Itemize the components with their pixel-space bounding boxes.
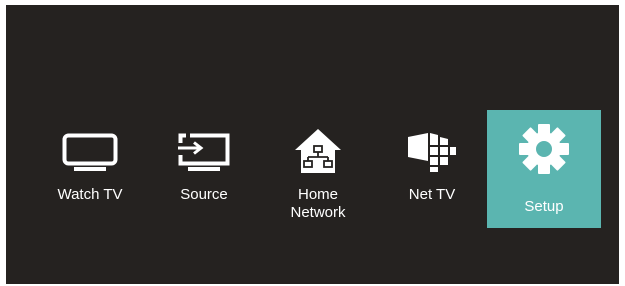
menu-item-source[interactable]: Source: [147, 110, 261, 228]
net-tv-icon: [408, 133, 456, 172]
menu-item-label: Home Network: [290, 186, 346, 221]
menu-item-setup[interactable]: Setup: [487, 110, 601, 228]
menu-item-watch-tv[interactable]: Watch TV: [33, 110, 147, 228]
home-network-icon: [295, 129, 341, 173]
gear-icon: [519, 124, 569, 174]
tv-icon: [62, 133, 118, 171]
menu-item-label: Source: [180, 186, 228, 203]
tv-home-menu-screen: Watch TV Source Home Network Net TV Setu…: [6, 5, 619, 284]
menu-item-home-network[interactable]: Home Network: [261, 110, 375, 228]
menu-item-label: Setup: [524, 198, 564, 215]
menu-item-label: Watch TV: [57, 186, 123, 203]
menu-item-net-tv[interactable]: Net TV: [375, 110, 489, 228]
source-input-icon: [178, 133, 230, 171]
menu-item-label: Net TV: [408, 186, 456, 203]
